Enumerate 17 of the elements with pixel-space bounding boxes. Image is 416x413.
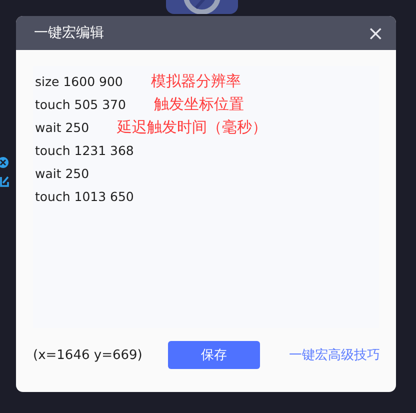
script-comment: 触发坐标位置 xyxy=(154,95,244,114)
close-button[interactable]: × xyxy=(365,23,386,43)
script-command: size 1600 900 xyxy=(35,74,123,89)
save-button[interactable]: 保存 xyxy=(168,341,260,369)
app-icon[interactable] xyxy=(166,0,238,14)
script-comment: 模拟器分辨率 xyxy=(150,72,241,91)
script-command: wait 250 xyxy=(35,166,90,181)
tips-link[interactable]: 一键宏高级技巧 xyxy=(289,346,380,364)
coordinates-text: (x=1646 y=669) xyxy=(33,348,144,362)
edit-icon[interactable] xyxy=(0,176,9,187)
script-command: touch 1013 650 xyxy=(35,189,134,204)
script-command: wait 250 xyxy=(35,120,90,135)
script-command: touch 505 370 xyxy=(35,97,126,112)
script-comment: 延迟触发时间（毫秒） xyxy=(117,118,268,137)
script-command: touch 1231 368 xyxy=(35,143,134,158)
close-circle-icon[interactable] xyxy=(0,157,9,168)
window-title: 一键宏编辑 xyxy=(34,24,104,42)
